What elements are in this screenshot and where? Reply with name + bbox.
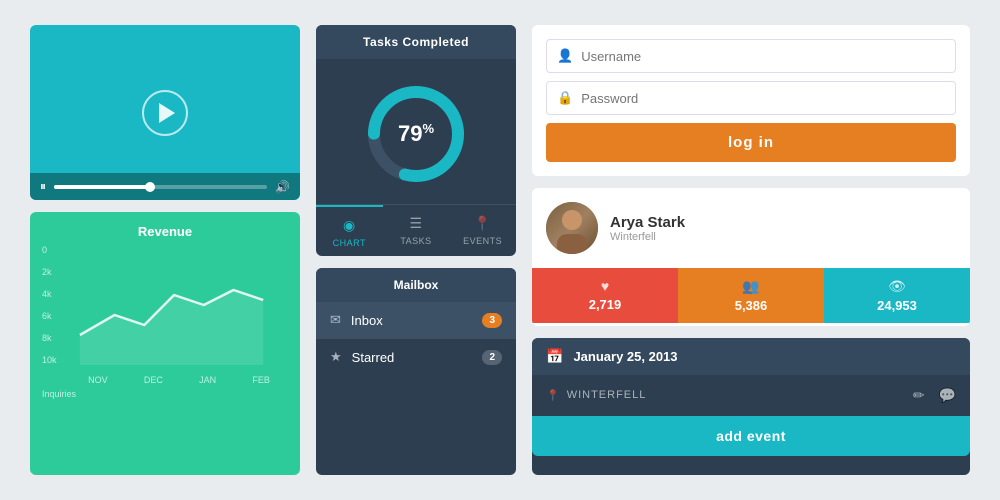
add-event-button[interactable]: add event (532, 416, 970, 456)
avatar-face (562, 210, 582, 230)
profile-name: Arya Stark (610, 214, 685, 231)
location-pin-icon: 📍 (546, 389, 561, 402)
event-date: January 25, 2013 (573, 349, 677, 364)
column-1: ⏸ 🔊 Revenue 10k 8k 6k 4k 2k 0 (30, 25, 300, 475)
chart-title: Revenue (42, 224, 288, 239)
tasks-icon: ☰ (409, 215, 422, 232)
x-label-feb: FEB (252, 375, 270, 385)
tasks-card: Tasks Completed 79% ◉ CH (316, 25, 516, 256)
event-action-icons: ✏ 💬 (913, 387, 956, 404)
tasks-tabs: ◉ CHART ☰ TASKS 📍 EVENTS (316, 204, 516, 256)
play-icon (159, 103, 175, 123)
starred-icon: ★ (330, 349, 342, 365)
y-label-0: 0 (42, 245, 57, 255)
eye-icon: 👁 (888, 278, 906, 295)
pause-button[interactable]: ⏸ (40, 179, 46, 194)
profile-stats: ♥ 2,719 👥 5,386 👁 24,953 (532, 268, 970, 323)
event-actions: 📍 WINTERFELL ✏ 💬 (532, 375, 970, 416)
mailbox-card: Mailbox ✉ Inbox 3 ★ Starred 2 (316, 268, 516, 475)
volume-icon[interactable]: 🔊 (275, 180, 290, 194)
events-icon: 📍 (474, 215, 492, 232)
tab-chart-label: CHART (333, 238, 366, 248)
inbox-icon: ✉ (330, 312, 341, 328)
avatar-body (557, 234, 587, 254)
stat-likes-count: 2,719 (589, 297, 622, 312)
password-field-wrapper: 🔒 (546, 81, 956, 115)
comment-icon[interactable]: 💬 (939, 387, 956, 404)
donut-percent: 79% (398, 121, 434, 147)
tab-tasks[interactable]: ☰ TASKS (383, 205, 450, 256)
avatar-image (546, 202, 598, 254)
y-label-8k: 8k (42, 333, 57, 343)
mailbox-starred-item[interactable]: ★ Starred 2 (316, 339, 516, 375)
profile-card: Arya Stark Winterfell ♥ 2,719 👥 5,386 👁 … (532, 188, 970, 326)
edit-icon[interactable]: ✏ (913, 387, 925, 404)
username-field-wrapper: 👤 (546, 39, 956, 73)
y-label-6k: 6k (42, 311, 57, 321)
main-container: ⏸ 🔊 Revenue 10k 8k 6k 4k 2k 0 (20, 15, 980, 485)
y-label-4k: 4k (42, 289, 57, 299)
people-icon: 👥 (742, 278, 759, 295)
profile-text: Arya Stark Winterfell (610, 214, 685, 243)
x-axis-labels: NOV DEC JAN FEB (70, 375, 288, 385)
login-button[interactable]: log in (546, 123, 956, 162)
x-label-jan: JAN (199, 375, 216, 385)
tasks-header: Tasks Completed (316, 25, 516, 59)
donut-area: 79% (316, 59, 516, 204)
progress-thumb (145, 182, 155, 192)
revenue-chart: Revenue 10k 8k 6k 4k 2k 0 NOV (30, 212, 300, 475)
tab-events-label: EVENTS (463, 236, 502, 246)
heart-icon: ♥ (601, 278, 609, 294)
lock-icon: 🔒 (557, 90, 573, 106)
profile-info: Arya Stark Winterfell (532, 188, 970, 268)
profile-location: Winterfell (610, 231, 685, 243)
password-input[interactable] (581, 91, 945, 106)
video-player: ⏸ 🔊 (30, 25, 300, 200)
user-icon: 👤 (557, 48, 573, 64)
avatar (546, 202, 598, 254)
tab-events[interactable]: 📍 EVENTS (449, 205, 516, 256)
calendar-icon: 📅 (546, 348, 563, 365)
stat-followers[interactable]: 👥 5,386 (678, 268, 824, 323)
y-label-10k: 10k (42, 355, 57, 365)
x-label-nov: NOV (88, 375, 108, 385)
mailbox-header: Mailbox (316, 268, 516, 302)
play-button[interactable] (142, 90, 188, 136)
stat-followers-count: 5,386 (735, 298, 768, 313)
chart-footer: Inquiries (42, 389, 288, 399)
event-card: 📅 January 25, 2013 📍 WINTERFELL ✏ 💬 add … (532, 338, 970, 476)
progress-fill (54, 185, 150, 189)
event-location-text: WINTERFELL (567, 389, 647, 401)
column-2: Tasks Completed 79% ◉ CH (316, 25, 516, 475)
tab-chart[interactable]: ◉ CHART (316, 205, 383, 256)
x-label-dec: DEC (144, 375, 163, 385)
stat-likes[interactable]: ♥ 2,719 (532, 268, 678, 323)
tab-tasks-label: TASKS (400, 236, 431, 246)
column-3: 👤 🔒 log in Arya Stark Winte (532, 25, 970, 475)
donut-chart: 79% (361, 79, 471, 189)
chart-area: 10k 8k 6k 4k 2k 0 NOV DEC JAN (42, 245, 288, 385)
y-axis-labels: 10k 8k 6k 4k 2k 0 (42, 245, 57, 365)
login-card: 👤 🔒 log in (532, 25, 970, 176)
chart-icon: ◉ (343, 217, 356, 234)
line-chart-svg (70, 245, 288, 365)
mailbox-inbox-item[interactable]: ✉ Inbox 3 (316, 302, 516, 338)
inbox-badge: 3 (482, 313, 502, 328)
starred-badge: 2 (482, 350, 502, 365)
event-location: 📍 WINTERFELL (546, 389, 899, 402)
event-header: 📅 January 25, 2013 (532, 338, 970, 375)
chart-svg-wrapper (70, 245, 288, 365)
progress-bar[interactable] (54, 185, 267, 189)
username-input[interactable] (581, 49, 945, 64)
video-controls: ⏸ 🔊 (30, 173, 300, 200)
starred-label: Starred (352, 350, 473, 365)
stat-views[interactable]: 👁 24,953 (824, 268, 970, 323)
y-label-2k: 2k (42, 267, 57, 277)
stat-views-count: 24,953 (877, 298, 917, 313)
inbox-label: Inbox (351, 313, 473, 328)
